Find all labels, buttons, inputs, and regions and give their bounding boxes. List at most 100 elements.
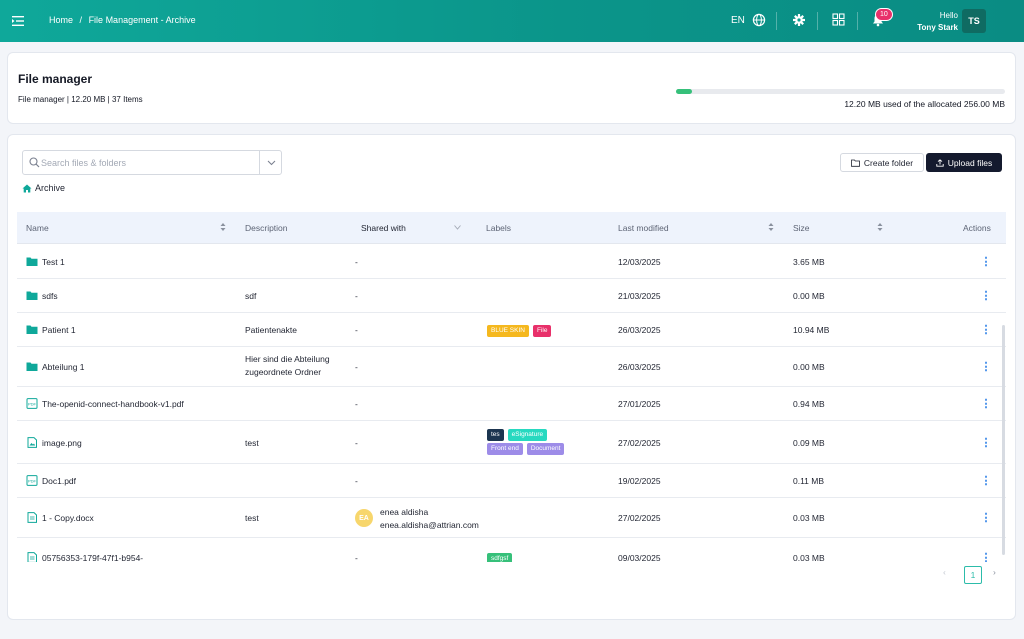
file-name-cell[interactable]: image.png bbox=[26, 437, 82, 448]
page-subtitle: File manager | 12.20 MB | 37 Items bbox=[18, 95, 143, 104]
upload-icon bbox=[936, 158, 944, 167]
page-title: File manager bbox=[18, 72, 93, 86]
table-row[interactable]: sdfs sdf - 21/03/2025 0.00 MB ⋮ bbox=[17, 279, 1006, 313]
row-actions-button[interactable]: ⋮ bbox=[980, 399, 992, 410]
table-row[interactable]: Test 1 - 12/03/2025 3.65 MB ⋮ bbox=[17, 245, 1006, 279]
file-name: 1 - Copy.docx bbox=[42, 512, 94, 523]
table-row[interactable]: Abteilung 1 Hier sind die Abteilung zugeo… bbox=[17, 347, 1006, 387]
search-icon bbox=[29, 157, 40, 168]
pagination-prev[interactable]: ‹ bbox=[943, 567, 946, 577]
column-header-name[interactable]: Name bbox=[26, 223, 49, 233]
folder-breadcrumb[interactable]: Archive bbox=[22, 183, 65, 193]
document-file-icon bbox=[27, 512, 37, 523]
sort-icon[interactable] bbox=[877, 222, 883, 232]
file-size: 0.03 MB bbox=[793, 513, 825, 523]
labels-cell: tes eSignature Front end Document bbox=[487, 427, 597, 455]
file-name-cell[interactable]: PDF The-openid-connect-handbook-v1.pdf bbox=[26, 398, 184, 409]
file-size: 0.03 MB bbox=[793, 553, 825, 562]
file-name: 05756353-179f-47f1-b954- bbox=[42, 552, 144, 563]
globe-icon[interactable] bbox=[752, 13, 766, 27]
file-name-cell[interactable]: Test 1 bbox=[26, 256, 65, 267]
table-scrollbar[interactable] bbox=[1002, 325, 1005, 555]
table-row[interactable]: 05756353-179f-47f1-b954- - sdfgsf 09/03/202… bbox=[17, 538, 1006, 562]
gear-icon[interactable] bbox=[792, 13, 806, 27]
table-row[interactable]: PDF The-openid-connect-handbook-v1.pdf - 27… bbox=[17, 387, 1006, 421]
column-header-size[interactable]: Size bbox=[793, 223, 810, 233]
shared-with: - bbox=[355, 553, 358, 562]
search-input[interactable] bbox=[41, 153, 256, 172]
file-name: Test 1 bbox=[42, 256, 65, 267]
table-row[interactable]: 1 - Copy.docx test EA enea aldisha enea.aldi… bbox=[17, 498, 1006, 538]
breadcrumb-separator: / bbox=[79, 15, 83, 25]
file-name-cell[interactable]: Patient 1 bbox=[26, 324, 76, 335]
storage-progress-fill bbox=[676, 89, 692, 94]
menu-icon[interactable] bbox=[11, 14, 25, 28]
file-name-cell[interactable]: PDF Doc1.pdf bbox=[26, 475, 76, 486]
upload-files-label: Upload files bbox=[947, 157, 993, 168]
file-modified: 26/03/2025 bbox=[618, 325, 661, 335]
document-file-icon bbox=[27, 552, 37, 562]
chevron-down-icon bbox=[267, 160, 275, 165]
file-name-cell[interactable]: 05756353-179f-47f1-b954- bbox=[26, 552, 143, 562]
pagination-next[interactable]: › bbox=[993, 567, 996, 577]
pdf-file-icon: PDF bbox=[26, 398, 38, 409]
row-actions-button[interactable]: ⋮ bbox=[980, 325, 992, 336]
label-tag[interactable]: Front end bbox=[487, 443, 523, 455]
label-tag[interactable]: File bbox=[532, 325, 552, 337]
shared-with: - bbox=[355, 362, 358, 372]
home-icon bbox=[22, 184, 32, 192]
row-actions-button[interactable]: ⋮ bbox=[980, 476, 992, 487]
folder-icon bbox=[26, 362, 38, 371]
column-header-modified[interactable]: Last modified bbox=[618, 223, 669, 233]
user-name: Tony Stark bbox=[917, 23, 958, 32]
row-actions-button[interactable]: ⋮ bbox=[980, 438, 992, 449]
file-name-cell[interactable]: sdfs bbox=[26, 290, 58, 301]
divider bbox=[776, 12, 777, 30]
table-header: Name Description Shared with Labels Last… bbox=[17, 212, 1006, 244]
row-actions-button[interactable]: ⋮ bbox=[980, 257, 992, 268]
row-actions-button[interactable]: ⋮ bbox=[980, 513, 992, 524]
row-actions-button[interactable]: ⋮ bbox=[980, 291, 992, 302]
sort-icon[interactable] bbox=[768, 222, 774, 232]
summary-card: File manager File manager | 12.20 MB | 3… bbox=[7, 52, 1016, 124]
file-name-cell[interactable]: Abteilung 1 bbox=[26, 361, 85, 372]
user-avatar[interactable]: TS bbox=[962, 9, 986, 33]
storage-progress-bar bbox=[676, 89, 1005, 94]
notification-badge: 10 bbox=[875, 8, 893, 21]
label-tag[interactable]: eSignature bbox=[507, 429, 548, 441]
row-actions-button[interactable]: ⋮ bbox=[980, 362, 992, 373]
chevron-down-icon[interactable] bbox=[454, 225, 461, 230]
apps-grid-icon[interactable] bbox=[832, 13, 845, 26]
file-list-card: Create folder Upload files Archive Name … bbox=[7, 134, 1016, 620]
pagination-page[interactable]: 1 bbox=[964, 566, 982, 584]
search-dropdown-button[interactable] bbox=[259, 151, 282, 174]
file-modified: 09/03/2025 bbox=[618, 553, 661, 562]
folder-plus-icon bbox=[851, 159, 860, 167]
files-table: Name Description Shared with Labels Last… bbox=[17, 212, 1006, 562]
language-label[interactable]: EN bbox=[731, 15, 745, 26]
shared-with: - bbox=[355, 257, 358, 267]
label-tag[interactable]: sdfgsf bbox=[487, 553, 513, 562]
label-tag[interactable]: tes bbox=[487, 429, 504, 441]
create-folder-button[interactable]: Create folder bbox=[840, 153, 924, 172]
search-box bbox=[22, 150, 282, 175]
row-actions-button[interactable]: ⋮ bbox=[980, 553, 992, 563]
upload-files-button[interactable]: Upload files bbox=[926, 153, 1002, 172]
create-folder-label: Create folder bbox=[863, 157, 914, 168]
file-name: The-openid-connect-handbook-v1.pdf bbox=[42, 398, 184, 409]
shared-with: - bbox=[355, 438, 358, 448]
image-file-icon bbox=[27, 437, 37, 448]
column-header-shared[interactable]: Shared with bbox=[361, 223, 406, 233]
table-row[interactable]: Patient 1 Patientenakte - BLUE SKIN File 26/0… bbox=[17, 313, 1006, 347]
folder-icon bbox=[26, 257, 38, 266]
table-row[interactable]: PDF Doc1.pdf - 19/02/2025 0.11 MB ⋮ bbox=[17, 464, 1006, 498]
breadcrumb-home[interactable]: Home bbox=[49, 15, 73, 25]
sort-icon[interactable] bbox=[220, 222, 226, 232]
file-name-cell[interactable]: 1 - Copy.docx bbox=[26, 512, 94, 523]
table-row[interactable]: image.png test - tes eSignature Front end Docu… bbox=[17, 421, 1006, 464]
file-modified: 27/02/2025 bbox=[618, 438, 661, 448]
file-size: 0.09 MB bbox=[793, 438, 825, 448]
label-tag[interactable]: BLUE SKIN bbox=[487, 325, 529, 337]
label-tag[interactable]: Document bbox=[526, 443, 565, 455]
shared-user-email: enea.aldisha@attrian.com bbox=[380, 520, 479, 530]
